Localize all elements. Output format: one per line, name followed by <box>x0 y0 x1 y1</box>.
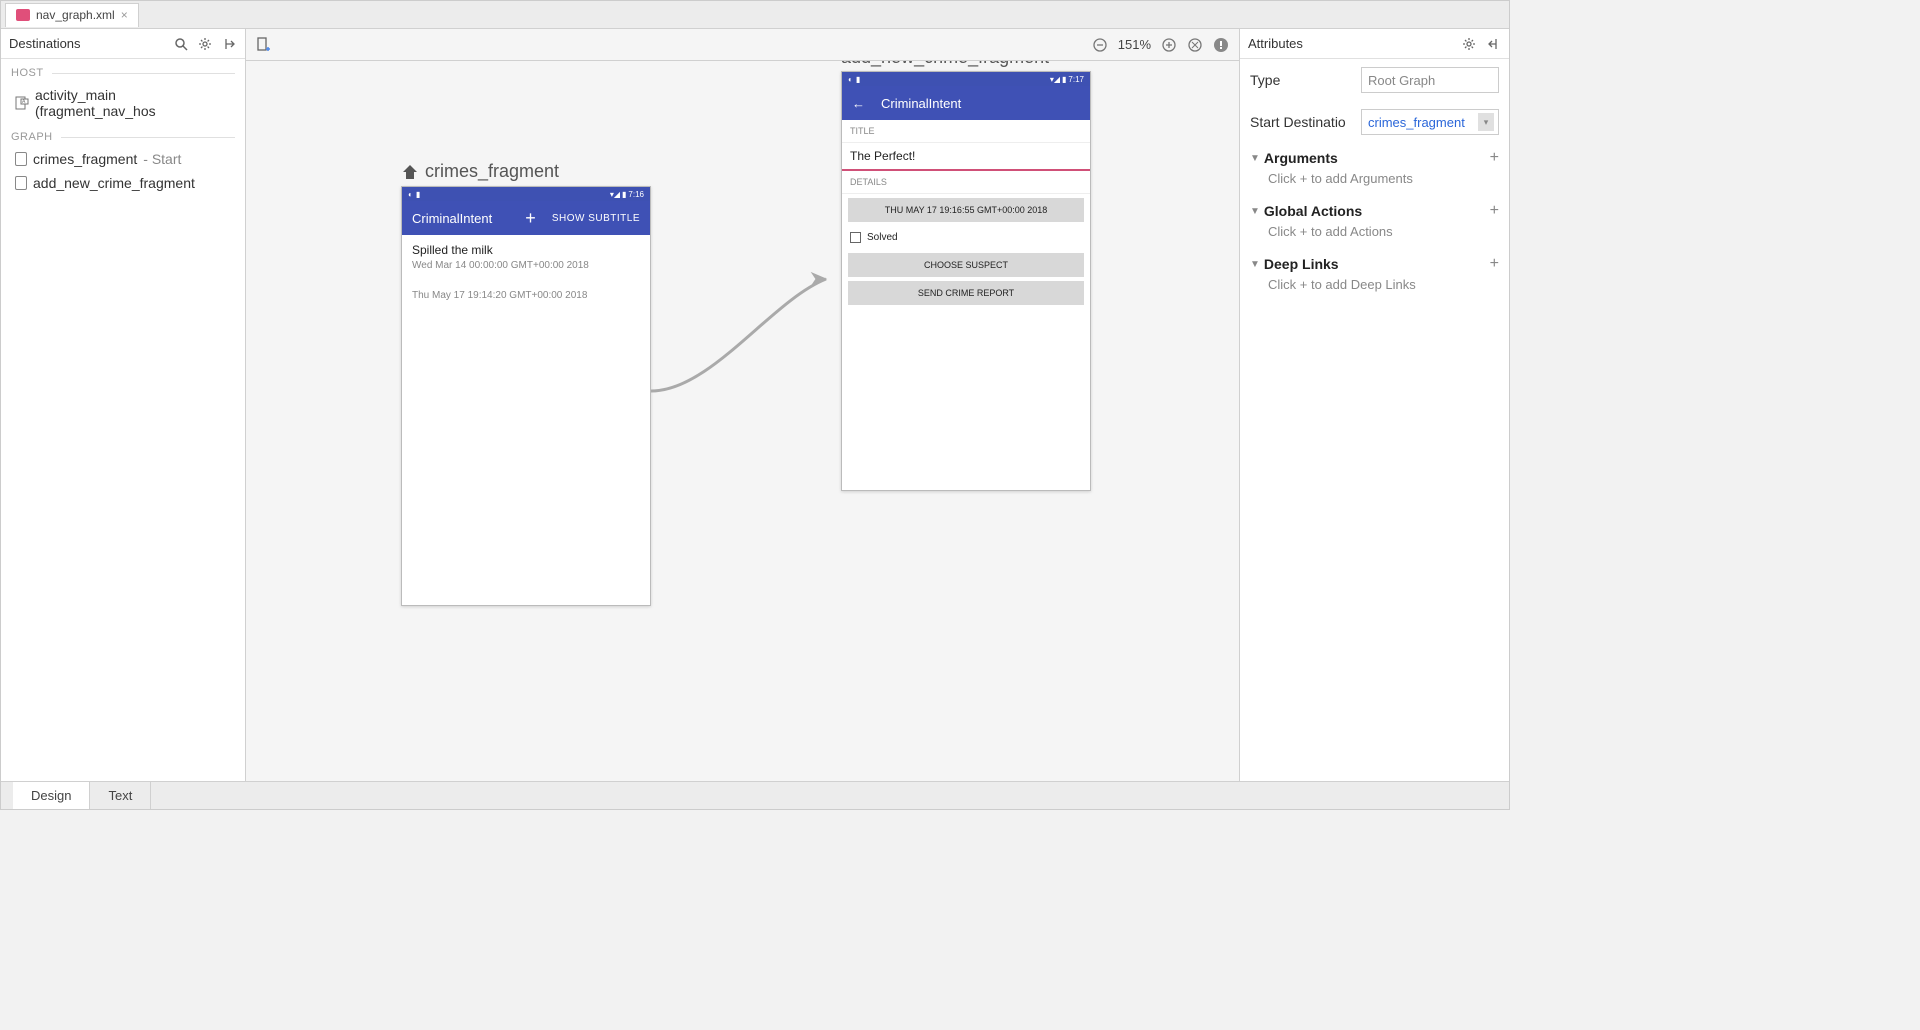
solved-checkbox-row[interactable]: Solved <box>842 226 1090 249</box>
fragment-icon <box>15 176 27 190</box>
choose-suspect-button[interactable]: CHOOSE SUSPECT <box>848 253 1084 277</box>
new-destination-icon[interactable] <box>256 37 272 53</box>
chevron-down-icon: ▾ <box>1478 113 1494 131</box>
section-details-label: DETAILS <box>842 171 1090 194</box>
app-bar: ← CriminalIntent <box>842 86 1090 120</box>
xml-file-icon <box>16 9 30 21</box>
host-item-label: activity_main (fragment_nav_hos <box>35 87 235 119</box>
editor-tabbar: nav_graph.xml × <box>1 1 1509 29</box>
solved-label: Solved <box>867 232 898 243</box>
zoom-reset-icon[interactable] <box>1187 37 1203 53</box>
graph-section-label: GRAPH <box>1 123 245 147</box>
start-destination-label: Start Destinatio <box>1250 114 1346 130</box>
arguments-section-header[interactable]: ▼ Arguments <box>1250 150 1338 166</box>
graph-item-suffix: - Start <box>143 151 181 167</box>
attributes-title: Attributes <box>1248 36 1303 51</box>
search-icon[interactable] <box>173 36 189 52</box>
status-bar: ◐▮ ▾◢▮7:17 <box>842 72 1090 86</box>
graph-item-label: add_new_crime_fragment <box>33 175 195 191</box>
start-destination-select[interactable]: crimes_fragment ▾ <box>1361 109 1499 135</box>
fragment-preview-crimes[interactable]: ◐▮ ▾◢▮7:16 CriminalIntent + SHOW SUBTITL… <box>401 186 651 606</box>
checkbox-icon[interactable] <box>850 232 861 243</box>
nav-action-arrow[interactable] <box>651 261 851 421</box>
list-item[interactable]: Spilled the milk Wed Mar 14 00:00:00 GMT… <box>402 235 650 279</box>
app-title: CriminalIntent <box>881 96 1080 111</box>
app-title: CriminalIntent <box>412 211 525 226</box>
zoom-in-icon[interactable] <box>1161 37 1177 53</box>
tab-design[interactable]: Design <box>13 782 90 809</box>
tab-text[interactable]: Text <box>90 782 151 809</box>
crime-title-field[interactable]: The Perfect! <box>842 143 1090 171</box>
host-icon: A <box>15 96 29 110</box>
add-icon[interactable]: + <box>525 208 536 229</box>
add-global-action-button[interactable]: + <box>1490 202 1499 220</box>
chevron-down-icon: ▼ <box>1250 206 1260 217</box>
add-deep-link-button[interactable]: + <box>1490 255 1499 273</box>
start-destination-value: crimes_fragment <box>1368 115 1465 130</box>
gear-icon[interactable] <box>1461 36 1477 52</box>
collapse-icon[interactable] <box>221 36 237 52</box>
nav-editor-canvas-panel: 151% crimes_fragment ◐▮ <box>246 29 1239 781</box>
add-argument-button[interactable]: + <box>1490 149 1499 167</box>
host-item[interactable]: A activity_main (fragment_nav_hos <box>1 83 245 123</box>
app-bar: CriminalIntent + SHOW SUBTITLE <box>402 201 650 235</box>
collapse-icon[interactable] <box>1485 36 1501 52</box>
tab-filename: nav_graph.xml <box>36 8 115 22</box>
arguments-hint: Click + to add Arguments <box>1250 167 1499 190</box>
status-bar: ◐▮ ▾◢▮7:16 <box>402 187 650 201</box>
back-icon[interactable]: ← <box>852 96 865 111</box>
zoom-value: 151% <box>1118 37 1151 52</box>
deep-links-section-header[interactable]: ▼ Deep Links <box>1250 256 1339 272</box>
destinations-title: Destinations <box>9 36 81 51</box>
chevron-down-icon: ▼ <box>1250 259 1260 270</box>
graph-item-add-new-crime[interactable]: add_new_crime_fragment <box>1 171 245 195</box>
file-tab[interactable]: nav_graph.xml × <box>5 3 139 27</box>
graph-item-crimes[interactable]: crimes_fragment - Start <box>1 147 245 171</box>
graph-item-label: crimes_fragment <box>33 151 137 167</box>
crime-detail: TITLE The Perfect! DETAILS THU MAY 17 19… <box>842 120 1090 490</box>
warnings-icon[interactable] <box>1213 37 1229 53</box>
list-item[interactable]: Thu May 17 19:14:20 GMT+00:00 2018 <box>402 279 650 309</box>
nav-canvas[interactable]: crimes_fragment ◐▮ ▾◢▮7:16 CriminalInten… <box>246 61 1239 781</box>
type-field[interactable] <box>1361 67 1499 93</box>
host-section-label: HOST <box>1 59 245 83</box>
section-title-label: TITLE <box>842 120 1090 143</box>
home-icon <box>401 163 419 181</box>
global-actions-hint: Click + to add Actions <box>1250 220 1499 243</box>
show-subtitle-action[interactable]: SHOW SUBTITLE <box>552 213 640 224</box>
deep-links-hint: Click + to add Deep Links <box>1250 273 1499 296</box>
fragment-label-add-new-crime: add_new_crime_fragment <box>841 61 1049 68</box>
attributes-panel: Attributes Type Start Destinatio crimes_ <box>1239 29 1509 781</box>
crime-list: Spilled the milk Wed Mar 14 00:00:00 GMT… <box>402 235 650 605</box>
fragment-preview-add-new-crime[interactable]: ◐▮ ▾◢▮7:17 ← CriminalIntent TITLE The Pe… <box>841 71 1091 491</box>
gear-icon[interactable] <box>197 36 213 52</box>
destinations-panel: Destinations HOST A a <box>1 29 246 781</box>
global-actions-section-header[interactable]: ▼ Global Actions <box>1250 203 1362 219</box>
zoom-out-icon[interactable] <box>1092 37 1108 53</box>
type-label: Type <box>1250 72 1280 88</box>
close-icon[interactable]: × <box>121 8 128 22</box>
date-button[interactable]: THU MAY 17 19:16:55 GMT+00:00 2018 <box>848 198 1084 222</box>
fragment-label-crimes: crimes_fragment <box>401 161 559 182</box>
editor-mode-tabs: Design Text <box>1 781 1509 809</box>
send-report-button[interactable]: SEND CRIME REPORT <box>848 281 1084 305</box>
fragment-icon <box>15 152 27 166</box>
chevron-down-icon: ▼ <box>1250 153 1260 164</box>
